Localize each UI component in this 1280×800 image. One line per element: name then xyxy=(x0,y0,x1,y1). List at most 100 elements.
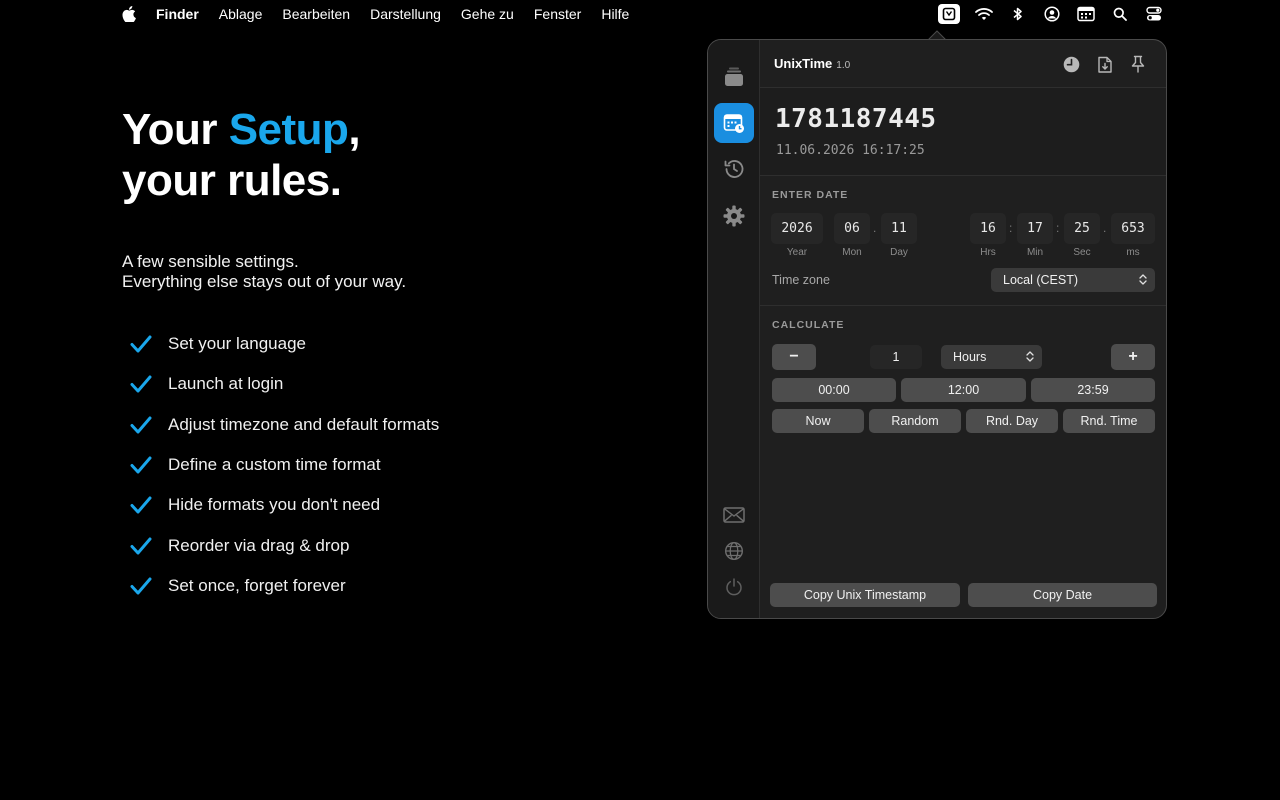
pin-icon xyxy=(1131,55,1145,73)
app-title: UnixTime 1.0 xyxy=(774,56,850,71)
section-divider xyxy=(760,305,1166,306)
sidebar-mail-button[interactable] xyxy=(722,503,746,527)
subtract-button[interactable]: − xyxy=(772,344,816,370)
sidebar xyxy=(708,40,760,618)
copy-date-button[interactable]: Copy Date xyxy=(968,583,1157,607)
sidebar-converter-button[interactable] xyxy=(714,103,754,143)
menu-fenster[interactable]: Fenster xyxy=(534,6,581,22)
checkmark-icon xyxy=(130,335,152,353)
menu-bar-left: Finder Ablage Bearbeiten Darstellung Geh… xyxy=(122,0,649,28)
sidebar-history-button[interactable] xyxy=(714,149,754,189)
feature-label: Hide formats you don't need xyxy=(168,495,381,515)
checkmark-icon xyxy=(130,496,152,514)
bluetooth-icon[interactable] xyxy=(1008,4,1028,24)
sidebar-website-button[interactable] xyxy=(722,539,746,563)
timezone-select[interactable]: Local (CEST) xyxy=(991,268,1155,292)
unixtime-menubar-icon[interactable] xyxy=(938,4,960,24)
year-label: Year xyxy=(786,247,808,258)
feature-label: Set once, forget forever xyxy=(168,575,346,595)
calculate-heading: CALCULATE xyxy=(772,319,845,331)
checkmark-icon xyxy=(130,537,152,555)
history-icon xyxy=(724,160,744,178)
year-field[interactable]: 2026 xyxy=(771,213,823,244)
timezone-value: Local (CEST) xyxy=(1003,273,1079,287)
unix-timestamp-value[interactable]: 1781187445 xyxy=(775,104,937,134)
hero-heading: Your Setup, your rules. xyxy=(122,104,361,206)
clock-icon xyxy=(1063,56,1079,72)
random-day-button[interactable]: Rnd. Day xyxy=(966,409,1058,433)
checkmark-icon xyxy=(130,375,152,393)
sidebar-settings-button[interactable] xyxy=(714,196,754,236)
date-separator: . xyxy=(873,221,877,235)
clock-button[interactable] xyxy=(1061,54,1081,74)
random-time-button[interactable]: Rnd. Time xyxy=(1063,409,1155,433)
control-center-icon[interactable] xyxy=(1144,4,1164,24)
feature-item: Define a custom time format xyxy=(130,445,439,485)
main-panel: UnixTime 1.0 1781187445 11.06.2026 16:17:… xyxy=(760,40,1166,618)
unit-value: Hours xyxy=(953,350,987,364)
menu-hilfe[interactable]: Hilfe xyxy=(601,6,629,22)
time-separator: : xyxy=(1009,221,1013,235)
feature-item: Adjust timezone and default formats xyxy=(130,405,439,445)
hero-line-1: Your Setup, xyxy=(122,104,361,155)
menu-darstellung[interactable]: Darstellung xyxy=(370,6,441,22)
export-button[interactable] xyxy=(1095,54,1115,74)
hero-line-2: your rules. xyxy=(122,156,342,205)
subtitle-line-2: Everything else stays out of your way. xyxy=(122,272,407,291)
day-field[interactable]: 11 xyxy=(881,213,917,244)
unit-select[interactable]: Hours xyxy=(941,345,1042,369)
menu-bearbeiten[interactable]: Bearbeiten xyxy=(282,6,350,22)
random-button[interactable]: Random xyxy=(869,409,961,433)
hours-field[interactable]: 16 xyxy=(970,213,1006,244)
feature-label: Launch at login xyxy=(168,374,284,394)
menu-bar: Finder Ablage Bearbeiten Darstellung Geh… xyxy=(0,0,1280,28)
menu-gehe-zu[interactable]: Gehe zu xyxy=(461,6,514,22)
milliseconds-label: ms xyxy=(1126,247,1140,258)
feature-label: Set your language xyxy=(168,334,306,354)
chevron-updown-icon xyxy=(1026,351,1034,362)
ms-separator: . xyxy=(1103,221,1107,235)
preset-end-of-day-button[interactable]: 23:59 xyxy=(1031,378,1155,402)
enter-date-heading: ENTER DATE xyxy=(772,189,849,201)
month-field[interactable]: 06 xyxy=(834,213,870,244)
minutes-label: Min xyxy=(1026,247,1044,258)
sidebar-formats-button[interactable] xyxy=(714,57,754,97)
feature-item: Reorder via drag & drop xyxy=(130,525,439,565)
seconds-label: Sec xyxy=(1073,247,1091,258)
search-icon[interactable] xyxy=(1110,4,1130,24)
menu-bar-right xyxy=(938,0,1164,28)
subtitle-line-1: A few sensible settings. xyxy=(122,252,299,271)
menu-finder[interactable]: Finder xyxy=(156,6,199,22)
checkmark-icon xyxy=(130,416,152,434)
subtitle: A few sensible settings. Everything else… xyxy=(122,252,406,292)
document-download-icon xyxy=(1098,56,1112,73)
time-separator: : xyxy=(1056,221,1060,235)
calendar-clock-icon xyxy=(723,114,744,133)
seconds-field[interactable]: 25 xyxy=(1064,213,1100,244)
milliseconds-field[interactable]: 653 xyxy=(1111,213,1155,244)
unixtime-popover: UnixTime 1.0 1781187445 11.06.2026 16:17:… xyxy=(707,39,1167,619)
menu-ablage[interactable]: Ablage xyxy=(219,6,263,22)
calendar-icon[interactable] xyxy=(1076,4,1096,24)
copy-unix-timestamp-button[interactable]: Copy Unix Timestamp xyxy=(770,583,960,607)
now-button[interactable]: Now xyxy=(772,409,864,433)
app-version: 1.0 xyxy=(836,60,851,71)
hero-line1-end: , xyxy=(348,105,361,154)
preset-noon-button[interactable]: 12:00 xyxy=(901,378,1026,402)
formatted-date-value[interactable]: 11.06.2026 16:17:25 xyxy=(776,143,925,158)
amount-field[interactable]: 1 xyxy=(870,345,922,369)
user-icon[interactable] xyxy=(1042,4,1062,24)
globe-icon xyxy=(724,541,744,561)
timezone-label: Time zone xyxy=(772,273,830,287)
minutes-field[interactable]: 17 xyxy=(1017,213,1053,244)
add-button[interactable]: + xyxy=(1111,344,1155,370)
preset-midnight-button[interactable]: 00:00 xyxy=(772,378,896,402)
feature-item: Set your language xyxy=(130,324,439,364)
pin-button[interactable] xyxy=(1128,54,1148,74)
chevron-updown-icon xyxy=(1139,274,1147,285)
apple-icon[interactable] xyxy=(122,6,136,22)
timestamp-display: 1781187445 11.06.2026 16:17:25 xyxy=(760,88,1166,176)
sidebar-quit-button[interactable] xyxy=(722,575,746,599)
app-name: UnixTime xyxy=(774,56,833,71)
wifi-icon[interactable] xyxy=(974,4,994,24)
